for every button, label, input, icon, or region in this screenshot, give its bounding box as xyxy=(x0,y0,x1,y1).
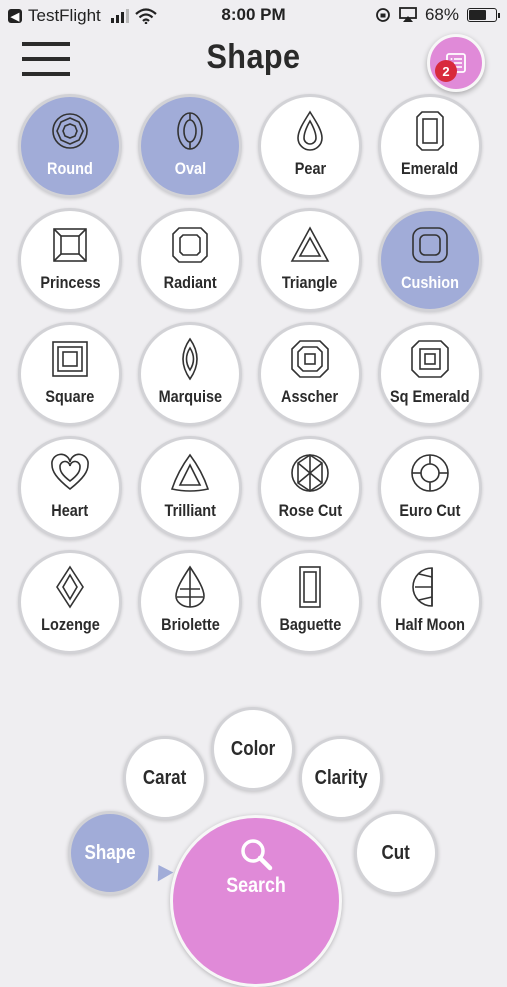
shape-option-label: Trilliant xyxy=(164,501,216,520)
shape-option-label: Half Moon xyxy=(395,615,465,634)
marquise-diamond-icon xyxy=(182,337,198,381)
shape-option-triangle[interactable]: Triangle xyxy=(258,208,362,312)
shape-option-round[interactable]: Round xyxy=(18,94,122,198)
shape-option-label: Marquise xyxy=(158,387,222,406)
shape-option-label: Triangle xyxy=(282,273,338,292)
pear-diamond-icon xyxy=(297,110,323,151)
shape-option-label: Square xyxy=(45,387,95,406)
shape-option-baguette[interactable]: Baguette xyxy=(258,550,362,654)
notification-badge: 2 xyxy=(435,60,457,82)
airplay-icon xyxy=(399,7,417,22)
triangle-diamond-icon xyxy=(290,226,330,262)
princess-diamond-icon xyxy=(53,228,87,262)
half-moon-diamond-icon xyxy=(412,567,433,607)
trilliant-diamond-icon xyxy=(170,453,210,492)
shape-option-princess[interactable]: Princess xyxy=(18,208,122,312)
baguette-diamond-icon xyxy=(299,566,321,608)
nav-cut-button[interactable]: Cut xyxy=(354,811,438,895)
shape-option-oval[interactable]: Oval xyxy=(138,94,242,198)
nav-clarity-button[interactable]: Clarity xyxy=(299,736,383,820)
shape-option-asscher[interactable]: Asscher xyxy=(258,322,362,426)
heart-diamond-icon xyxy=(51,453,89,491)
shape-option-lozenge[interactable]: Lozenge xyxy=(18,550,122,654)
nav-carat-button[interactable]: Carat xyxy=(123,736,207,820)
shape-option-label: Emerald xyxy=(401,159,459,178)
oval-diamond-icon xyxy=(177,112,203,150)
nav-shape-label: Shape xyxy=(84,841,136,864)
shape-option-sq-emerald[interactable]: Sq Emerald xyxy=(378,322,482,426)
page-title: Shape xyxy=(206,38,301,76)
shape-option-label: Baguette xyxy=(279,615,341,634)
shape-option-rose-cut[interactable]: Rose Cut xyxy=(258,436,362,540)
emerald-diamond-icon xyxy=(416,111,444,151)
nav-clarity-label: Clarity xyxy=(314,766,368,789)
shape-option-briolette[interactable]: Briolette xyxy=(138,550,242,654)
search-button[interactable]: Search xyxy=(170,815,342,987)
briolette-diamond-icon xyxy=(175,565,205,608)
active-pointer-icon xyxy=(150,860,174,882)
shape-option-label: Lozenge xyxy=(40,615,100,634)
euro-cut-diamond-icon xyxy=(411,454,449,492)
rose-cut-diamond-icon xyxy=(291,454,329,492)
shape-grid: Round Oval Pear Emerald Princess Radiant Trian… xyxy=(18,94,490,654)
shape-option-label: Heart xyxy=(51,501,89,520)
shape-option-label: Oval xyxy=(174,159,206,178)
nav-shape-button[interactable]: Shape xyxy=(68,811,152,895)
square-diamond-icon xyxy=(52,341,88,377)
shape-option-emerald[interactable]: Emerald xyxy=(378,94,482,198)
shape-option-radiant[interactable]: Radiant xyxy=(138,208,242,312)
search-label: Search xyxy=(226,874,286,897)
nav-carat-label: Carat xyxy=(143,766,187,789)
radiant-diamond-icon xyxy=(172,227,208,263)
status-bar: ◀ TestFlight 8:00 PM 68% xyxy=(0,0,507,30)
shape-option-half-moon[interactable]: Half Moon xyxy=(378,550,482,654)
header: Shape 2 xyxy=(0,30,507,92)
shape-option-square[interactable]: Square xyxy=(18,322,122,426)
shape-option-label: Radiant xyxy=(163,273,217,292)
shape-option-label: Briolette xyxy=(160,615,220,634)
shape-option-label: Asscher xyxy=(281,387,339,406)
sq-emerald-diamond-icon xyxy=(411,340,449,378)
orientation-lock-icon xyxy=(376,8,390,22)
shape-option-cushion[interactable]: Cushion xyxy=(378,208,482,312)
shape-option-euro-cut[interactable]: Euro Cut xyxy=(378,436,482,540)
shape-option-marquise[interactable]: Marquise xyxy=(138,322,242,426)
shape-option-label: Pear xyxy=(294,159,326,178)
shape-option-label: Sq Emerald xyxy=(390,387,470,406)
asscher-diamond-icon xyxy=(291,340,329,378)
shape-option-label: Rose Cut xyxy=(278,501,342,520)
cushion-diamond-icon xyxy=(412,227,448,263)
shape-option-trilliant[interactable]: Trilliant xyxy=(138,436,242,540)
shape-option-label: Round xyxy=(47,159,93,178)
shape-option-label: Princess xyxy=(39,273,101,292)
nav-color-button[interactable]: Color xyxy=(211,707,295,791)
nav-color-label: Color xyxy=(230,737,276,760)
lozenge-diamond-icon xyxy=(56,565,84,609)
shape-option-pear[interactable]: Pear xyxy=(258,94,362,198)
search-icon xyxy=(241,839,273,871)
saved-list-button[interactable] xyxy=(427,34,485,92)
battery-percent: 68% xyxy=(424,5,459,24)
shape-option-label: Cushion xyxy=(401,273,459,292)
nav-cut-label: Cut xyxy=(381,841,411,864)
battery-icon xyxy=(467,8,500,22)
shape-option-label: Euro Cut xyxy=(399,501,461,520)
round-diamond-icon xyxy=(52,113,88,149)
shape-option-heart[interactable]: Heart xyxy=(18,436,122,540)
